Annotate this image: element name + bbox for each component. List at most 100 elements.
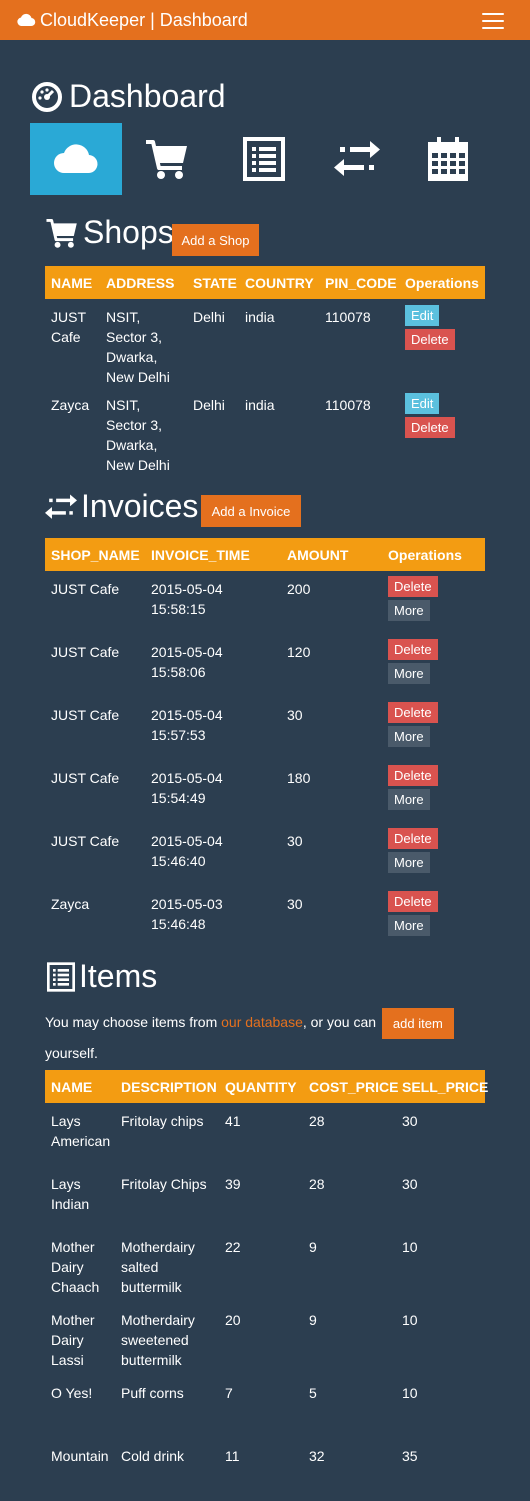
brand[interactable]: CloudKeeper | Dashboard [16, 10, 248, 31]
item-quantity-cell: 22 [225, 1239, 241, 1255]
column-header[interactable]: NAME [45, 1070, 115, 1103]
list-icon [47, 961, 75, 992]
more-invoice-button[interactable]: More [388, 600, 430, 621]
delete-shop-button[interactable]: Delete [405, 417, 455, 438]
items-table-header: NAME DESCRIPTION QUANTITY COST_PRICE SELL_PR… [45, 1070, 488, 1103]
shops-table: NAME ADDRESS STATE COUNTRY PIN_CODE Operation… [45, 266, 485, 475]
more-invoice-button[interactable]: More [388, 915, 430, 936]
shopping-cart-icon [46, 218, 77, 248]
brand-title: CloudKeeper | Dashboard [40, 9, 248, 30]
invoices-title: Invoices [81, 488, 199, 524]
invoice-date: 2015-05-04 [151, 833, 223, 849]
delete-invoice-button[interactable]: Delete [388, 576, 438, 597]
column-header[interactable]: SELL_PRICE [396, 1070, 488, 1103]
more-invoice-button[interactable]: More [388, 726, 430, 747]
invoice-time: 15:54:49 [151, 790, 206, 806]
shop-state-cell: Delhi [193, 397, 225, 413]
invoice-time: 15:57:53 [151, 727, 206, 743]
column-header[interactable]: QUANTITY [219, 1070, 303, 1103]
more-invoice-button[interactable]: More [388, 789, 430, 810]
operations-cell: Delete More [382, 823, 485, 886]
table-row: Mother Dairy Chaach Motherdairy salted bu… [45, 1229, 485, 1302]
invoice-shop-cell: JUST Cafe [51, 833, 120, 849]
item-cost-cell: 9 [309, 1239, 317, 1255]
column-header[interactable]: SHOP_NAME [45, 538, 145, 571]
more-invoice-button[interactable]: More [388, 663, 430, 684]
column-header[interactable]: AMOUNT [281, 538, 382, 571]
column-header[interactable]: PIN_CODE [319, 266, 399, 299]
column-header[interactable]: STATE [187, 266, 239, 299]
items-intro: You may choose items from our database, … [45, 1008, 485, 1067]
column-header[interactable]: INVOICE_TIME [145, 538, 281, 571]
column-header[interactable]: Operations [382, 538, 485, 571]
invoice-shop-cell: JUST Cafe [51, 644, 120, 660]
delete-shop-button[interactable]: Delete [405, 329, 455, 350]
nav-shops-tile[interactable] [121, 123, 213, 195]
invoices-table: SHOP_NAME INVOICE_TIME AMOUNT Operations JU… [45, 538, 485, 949]
item-description-cell: Motherdairy salted buttermilk [121, 1239, 195, 1295]
delete-invoice-button[interactable]: Delete [388, 891, 438, 912]
invoice-time: 15:58:15 [151, 601, 206, 617]
invoice-time: 15:46:48 [151, 916, 206, 932]
item-description-cell: Puff corns [121, 1385, 184, 1401]
operations-cell: Delete More [382, 760, 485, 823]
invoice-time-cell: 2015-05-04 15:57:53 [145, 697, 281, 760]
invoice-time: 15:58:06 [151, 664, 206, 680]
operations-cell: Delete More [382, 571, 485, 634]
operations-cell: Delete More [382, 634, 485, 697]
edit-shop-button[interactable]: Edit [405, 305, 440, 326]
delete-invoice-button[interactable]: Delete [388, 765, 438, 786]
add-invoice-button[interactable]: Add a Invoice [201, 495, 301, 527]
menu-toggle-icon[interactable] [482, 13, 504, 29]
invoice-date: 2015-05-04 [151, 581, 223, 597]
dashboard-gauge-icon [32, 81, 62, 112]
column-header[interactable]: DESCRIPTION [115, 1070, 219, 1103]
page-title-text: Dashboard [69, 78, 226, 114]
column-header[interactable]: COST_PRICE [303, 1070, 398, 1103]
shops-title: Shops [83, 214, 174, 250]
invoice-amount-cell: 30 [287, 707, 303, 723]
delete-invoice-button[interactable]: Delete [388, 828, 438, 849]
item-quantity-cell: 39 [225, 1176, 241, 1192]
column-header[interactable]: ADDRESS [100, 266, 187, 299]
column-header[interactable]: NAME [45, 266, 100, 299]
shop-pin-cell: 110078 [325, 397, 371, 413]
delete-invoice-button[interactable]: Delete [388, 702, 438, 723]
add-item-button[interactable]: add item [381, 1008, 454, 1039]
add-shop-button[interactable]: Add a Shop [172, 224, 259, 256]
nav-calendar-tile[interactable] [402, 123, 494, 195]
shop-address-cell: NSIT, Sector 3, Dwarka, New Delhi [106, 397, 170, 473]
shop-address-cell: NSIT, Sector 3, Dwarka, New Delhi [106, 309, 170, 385]
edit-shop-button[interactable]: Edit [405, 393, 440, 414]
database-link[interactable]: our database [221, 1014, 303, 1030]
item-description-cell: Motherdairy sweetened buttermilk [121, 1312, 195, 1368]
item-quantity-cell: 41 [225, 1113, 241, 1129]
shop-state-cell: Delhi [193, 309, 225, 325]
nav-cloud-tile[interactable] [30, 123, 122, 195]
invoice-time-cell: 2015-05-03 15:46:48 [145, 886, 281, 949]
shop-pin-cell: 110078 [325, 309, 371, 325]
invoice-amount-cell: 200 [287, 581, 311, 597]
operations-cell: Delete More [382, 886, 485, 949]
item-cost-cell: 28 [309, 1176, 325, 1192]
invoice-date: 2015-05-04 [151, 644, 223, 660]
invoice-shop-cell: JUST Cafe [51, 707, 120, 723]
invoice-date: 2015-05-04 [151, 707, 223, 723]
table-row: Lays Indian Fritolay Chips 39 28 30 [45, 1166, 485, 1229]
item-cost-cell: 5 [309, 1385, 317, 1401]
section-nav [30, 123, 485, 195]
nav-items-tile[interactable] [218, 123, 310, 195]
exchange-arrows-icon [334, 141, 380, 176]
table-row: JUST Cafe 2015-05-04 15:58:06 120 Delete More [45, 634, 485, 697]
nav-invoices-tile[interactable] [311, 123, 403, 195]
column-header[interactable]: COUNTRY [239, 266, 319, 299]
more-invoice-button[interactable]: More [388, 852, 430, 873]
item-description-cell: Fritolay chips [121, 1113, 204, 1129]
items-table: NAME DESCRIPTION QUANTITY COST_PRICE SELL_PR… [45, 1070, 488, 1501]
invoice-time-cell: 2015-05-04 15:54:49 [145, 760, 281, 823]
cloud-icon [17, 13, 36, 27]
column-header[interactable]: Operations [399, 266, 485, 299]
item-sell-cell: 10 [402, 1312, 418, 1328]
item-sell-cell: 30 [402, 1113, 418, 1129]
delete-invoice-button[interactable]: Delete [388, 639, 438, 660]
